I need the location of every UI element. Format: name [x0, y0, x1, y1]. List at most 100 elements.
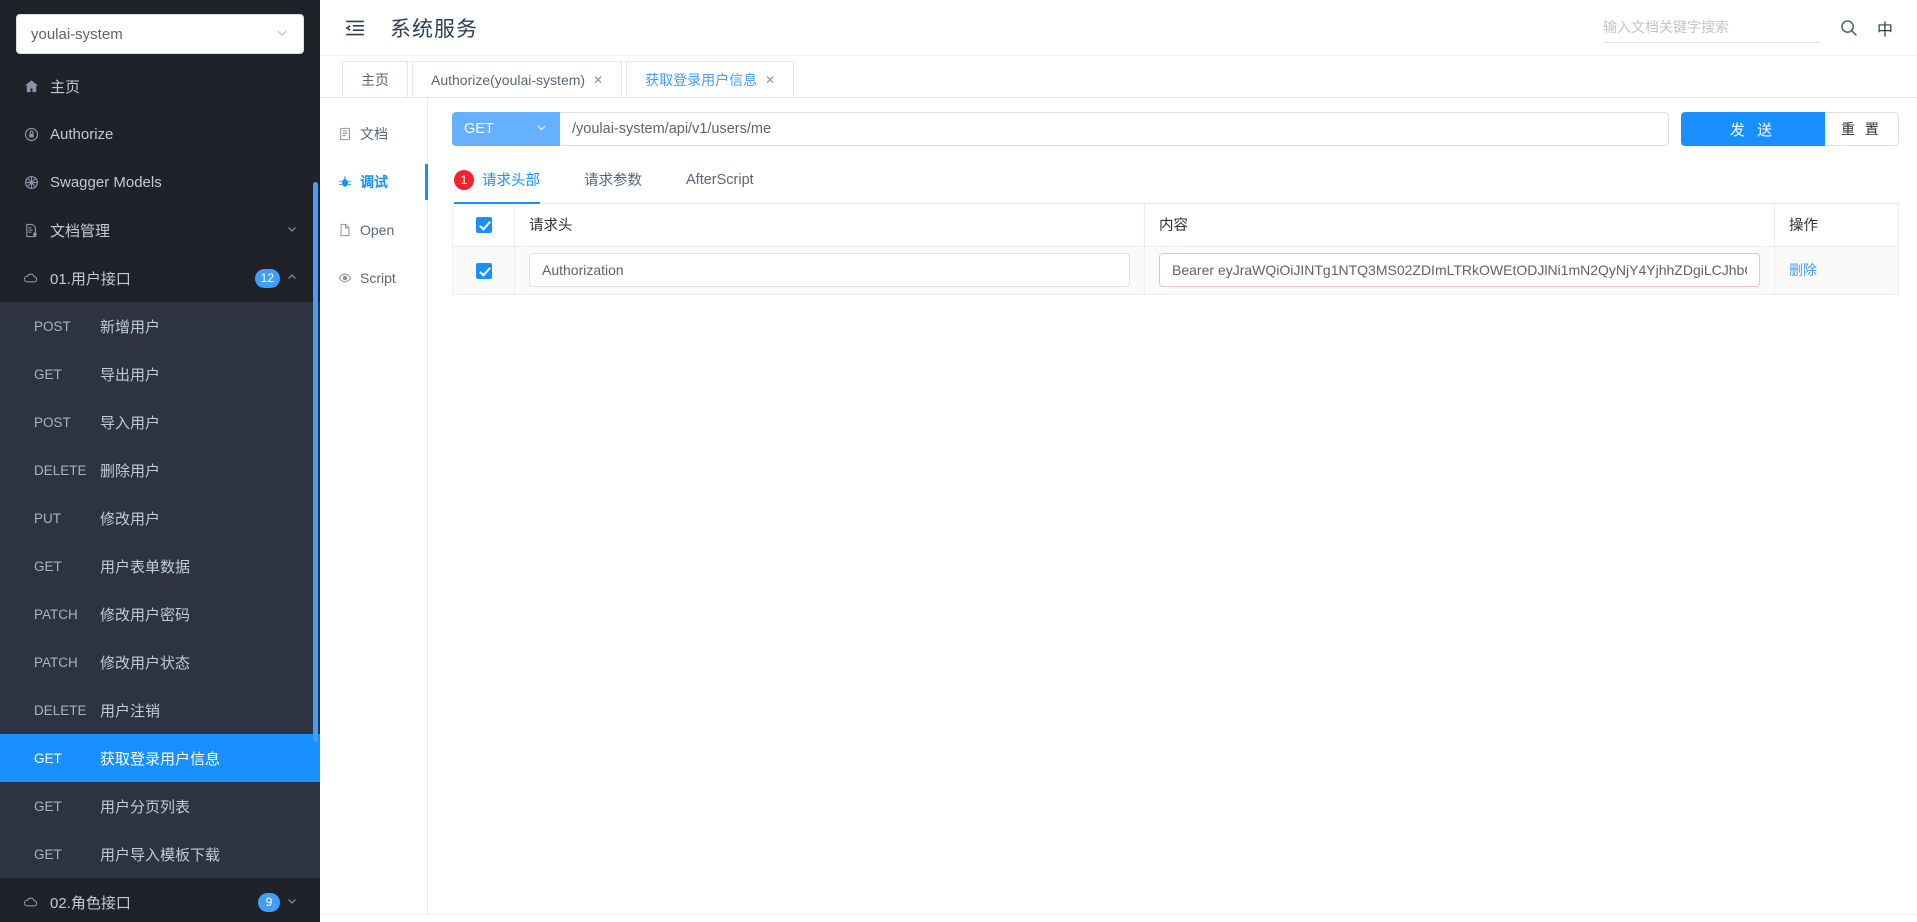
- main-area: 系统服务 中 主页 Authorize(youlai-system) ✕ 获取登…: [320, 0, 1917, 922]
- http-method-select[interactable]: GET: [452, 112, 560, 146]
- chevron-down-icon: [286, 223, 298, 238]
- header-name-input[interactable]: [529, 253, 1130, 287]
- language-toggle-button[interactable]: 中: [1877, 16, 1893, 40]
- lock-icon: [20, 127, 42, 142]
- api-method: GET: [34, 366, 62, 382]
- inner-nav: 文档 调试 Open Script: [320, 98, 428, 914]
- row-action-cell: 删除: [1774, 246, 1899, 295]
- sidebar-api-item[interactable]: POST 新增用户: [0, 302, 320, 350]
- select-all-cell: [452, 204, 515, 247]
- tab-request-params[interactable]: 请求参数: [562, 156, 664, 203]
- debug-panel: GET 发 送 重 置 1 请求头部 请求参数: [428, 98, 1917, 914]
- close-icon[interactable]: ✕: [593, 73, 603, 87]
- inner-nav-script[interactable]: Script: [320, 254, 427, 302]
- sidebar-group-label: 01.用户接口: [50, 270, 131, 288]
- tab-label: Authorize(youlai-system): [431, 71, 586, 88]
- tab-request-headers[interactable]: 1 请求头部: [452, 156, 562, 204]
- tab-bar: 主页 Authorize(youlai-system) ✕ 获取登录用户信息 ✕: [320, 56, 1917, 98]
- sidebar-api-item[interactable]: PATCH 修改用户状态: [0, 638, 320, 686]
- sidebar-group-role-api[interactable]: 02.角色接口 9: [0, 878, 320, 922]
- search-icon[interactable]: [1839, 18, 1859, 38]
- request-headers-table: 请求头 内容 操作 Authorization Bearer eyJraWQiO…: [452, 204, 1899, 295]
- api-name: 修改用户状态: [100, 654, 191, 672]
- api-method: DELETE: [34, 462, 87, 478]
- header-value-input[interactable]: [1159, 253, 1760, 287]
- tab-after-script[interactable]: AfterScript: [664, 156, 776, 203]
- sidebar-group-badge: 9: [258, 892, 280, 912]
- request-row: GET 发 送 重 置: [452, 112, 1899, 146]
- model-icon: [20, 175, 42, 190]
- reset-button[interactable]: 重 置: [1825, 112, 1899, 146]
- table-body: 删除: [452, 246, 1899, 295]
- api-name: 导入用户: [100, 414, 161, 432]
- tab-home[interactable]: 主页: [342, 61, 408, 97]
- sidebar-item-label: 文档管理: [50, 222, 111, 240]
- close-icon[interactable]: ✕: [765, 73, 775, 87]
- sidebar-group-user-api[interactable]: 01.用户接口 12: [0, 254, 320, 302]
- api-method: PUT: [34, 510, 61, 526]
- sidebar-item-doc-management[interactable]: 文档管理: [0, 206, 320, 254]
- api-name: 修改用户密码: [100, 606, 191, 624]
- tab-current-user-info[interactable]: 获取登录用户信息 ✕: [626, 61, 795, 97]
- service-select-value: youlai-system: [31, 25, 123, 43]
- service-select[interactable]: youlai-system: [16, 14, 304, 54]
- column-header-action: 操作: [1774, 204, 1899, 247]
- sidebar-api-item[interactable]: GET 用户导入模板下载: [0, 830, 320, 878]
- debug-sub-tabs: 1 请求头部 请求参数 AfterScript: [452, 156, 1899, 204]
- row-checkbox[interactable]: [475, 262, 492, 279]
- doc-search-box[interactable]: [1602, 13, 1821, 43]
- api-method: GET: [34, 558, 62, 574]
- inner-nav-label: 调试: [360, 174, 388, 190]
- sidebar-item-authorize[interactable]: Authorize: [0, 110, 320, 158]
- sidebar-group-badge: 12: [254, 268, 280, 288]
- sidebar-api-item-active[interactable]: GET 获取登录用户信息: [0, 734, 320, 782]
- sidebar: youlai-system 主页 Authorize Swagger Model…: [0, 0, 320, 922]
- sidebar-api-item[interactable]: PATCH 修改用户密码: [0, 590, 320, 638]
- sidebar-item-label: Authorize: [50, 125, 114, 143]
- header-value-cell: [1144, 246, 1775, 295]
- sidebar-api-item[interactable]: POST 导入用户: [0, 398, 320, 446]
- sidebar-api-item[interactable]: GET 用户表单数据: [0, 542, 320, 590]
- service-select-wrapper: youlai-system: [0, 0, 320, 62]
- sidebar-item-home[interactable]: 主页: [0, 62, 320, 110]
- api-method: POST: [34, 318, 71, 334]
- sidebar-item-swagger-models[interactable]: Swagger Models: [0, 158, 320, 206]
- sidebar-scroll-area[interactable]: 主页 Authorize Swagger Models 文档管理 01.用户接口…: [0, 62, 320, 922]
- request-url-input[interactable]: [560, 112, 1669, 146]
- api-method: DELETE: [34, 702, 87, 718]
- column-header-value: 内容: [1144, 204, 1775, 247]
- search-input[interactable]: [1602, 19, 1821, 35]
- http-method-value: GET: [464, 121, 494, 137]
- cloud-icon: [20, 894, 42, 910]
- api-name: 用户导入模板下载: [100, 846, 221, 864]
- table-header-row: 请求头 内容 操作: [452, 204, 1899, 247]
- request-headers-count-badge: 1: [454, 169, 474, 190]
- top-bar: 系统服务 中: [320, 0, 1917, 56]
- api-name: 获取登录用户信息: [100, 750, 221, 768]
- send-button[interactable]: 发 送: [1681, 112, 1825, 146]
- table-row: 删除: [452, 246, 1899, 295]
- sub-tab-label: 请求头部: [482, 173, 540, 189]
- sidebar-api-item[interactable]: DELETE 用户注销: [0, 686, 320, 734]
- delete-row-button[interactable]: 删除: [1789, 262, 1817, 278]
- sidebar-api-item[interactable]: GET 导出用户: [0, 350, 320, 398]
- api-method: PATCH: [34, 654, 78, 670]
- select-all-checkbox[interactable]: [475, 216, 492, 233]
- inner-nav-debug[interactable]: 调试: [320, 158, 428, 206]
- sidebar-scrollbar-thumb[interactable]: [313, 182, 318, 742]
- chevron-down-icon: [275, 26, 289, 43]
- header-name-cell: [514, 246, 1145, 295]
- sub-tab-label: 请求参数: [584, 173, 642, 189]
- top-bar-right: 中: [1602, 13, 1893, 43]
- sidebar-api-item[interactable]: PUT 修改用户: [0, 494, 320, 542]
- inner-nav-label: Script: [360, 270, 396, 286]
- inner-nav-doc[interactable]: 文档: [320, 110, 427, 158]
- home-icon: [20, 79, 42, 94]
- eye-icon: [338, 271, 352, 285]
- menu-fold-icon[interactable]: [342, 15, 368, 41]
- column-header-key: 请求头: [514, 204, 1145, 247]
- sidebar-api-item[interactable]: DELETE 删除用户: [0, 446, 320, 494]
- sidebar-api-item[interactable]: GET 用户分页列表: [0, 782, 320, 830]
- tab-authorize[interactable]: Authorize(youlai-system) ✕: [412, 61, 623, 97]
- inner-nav-open[interactable]: Open: [320, 206, 427, 254]
